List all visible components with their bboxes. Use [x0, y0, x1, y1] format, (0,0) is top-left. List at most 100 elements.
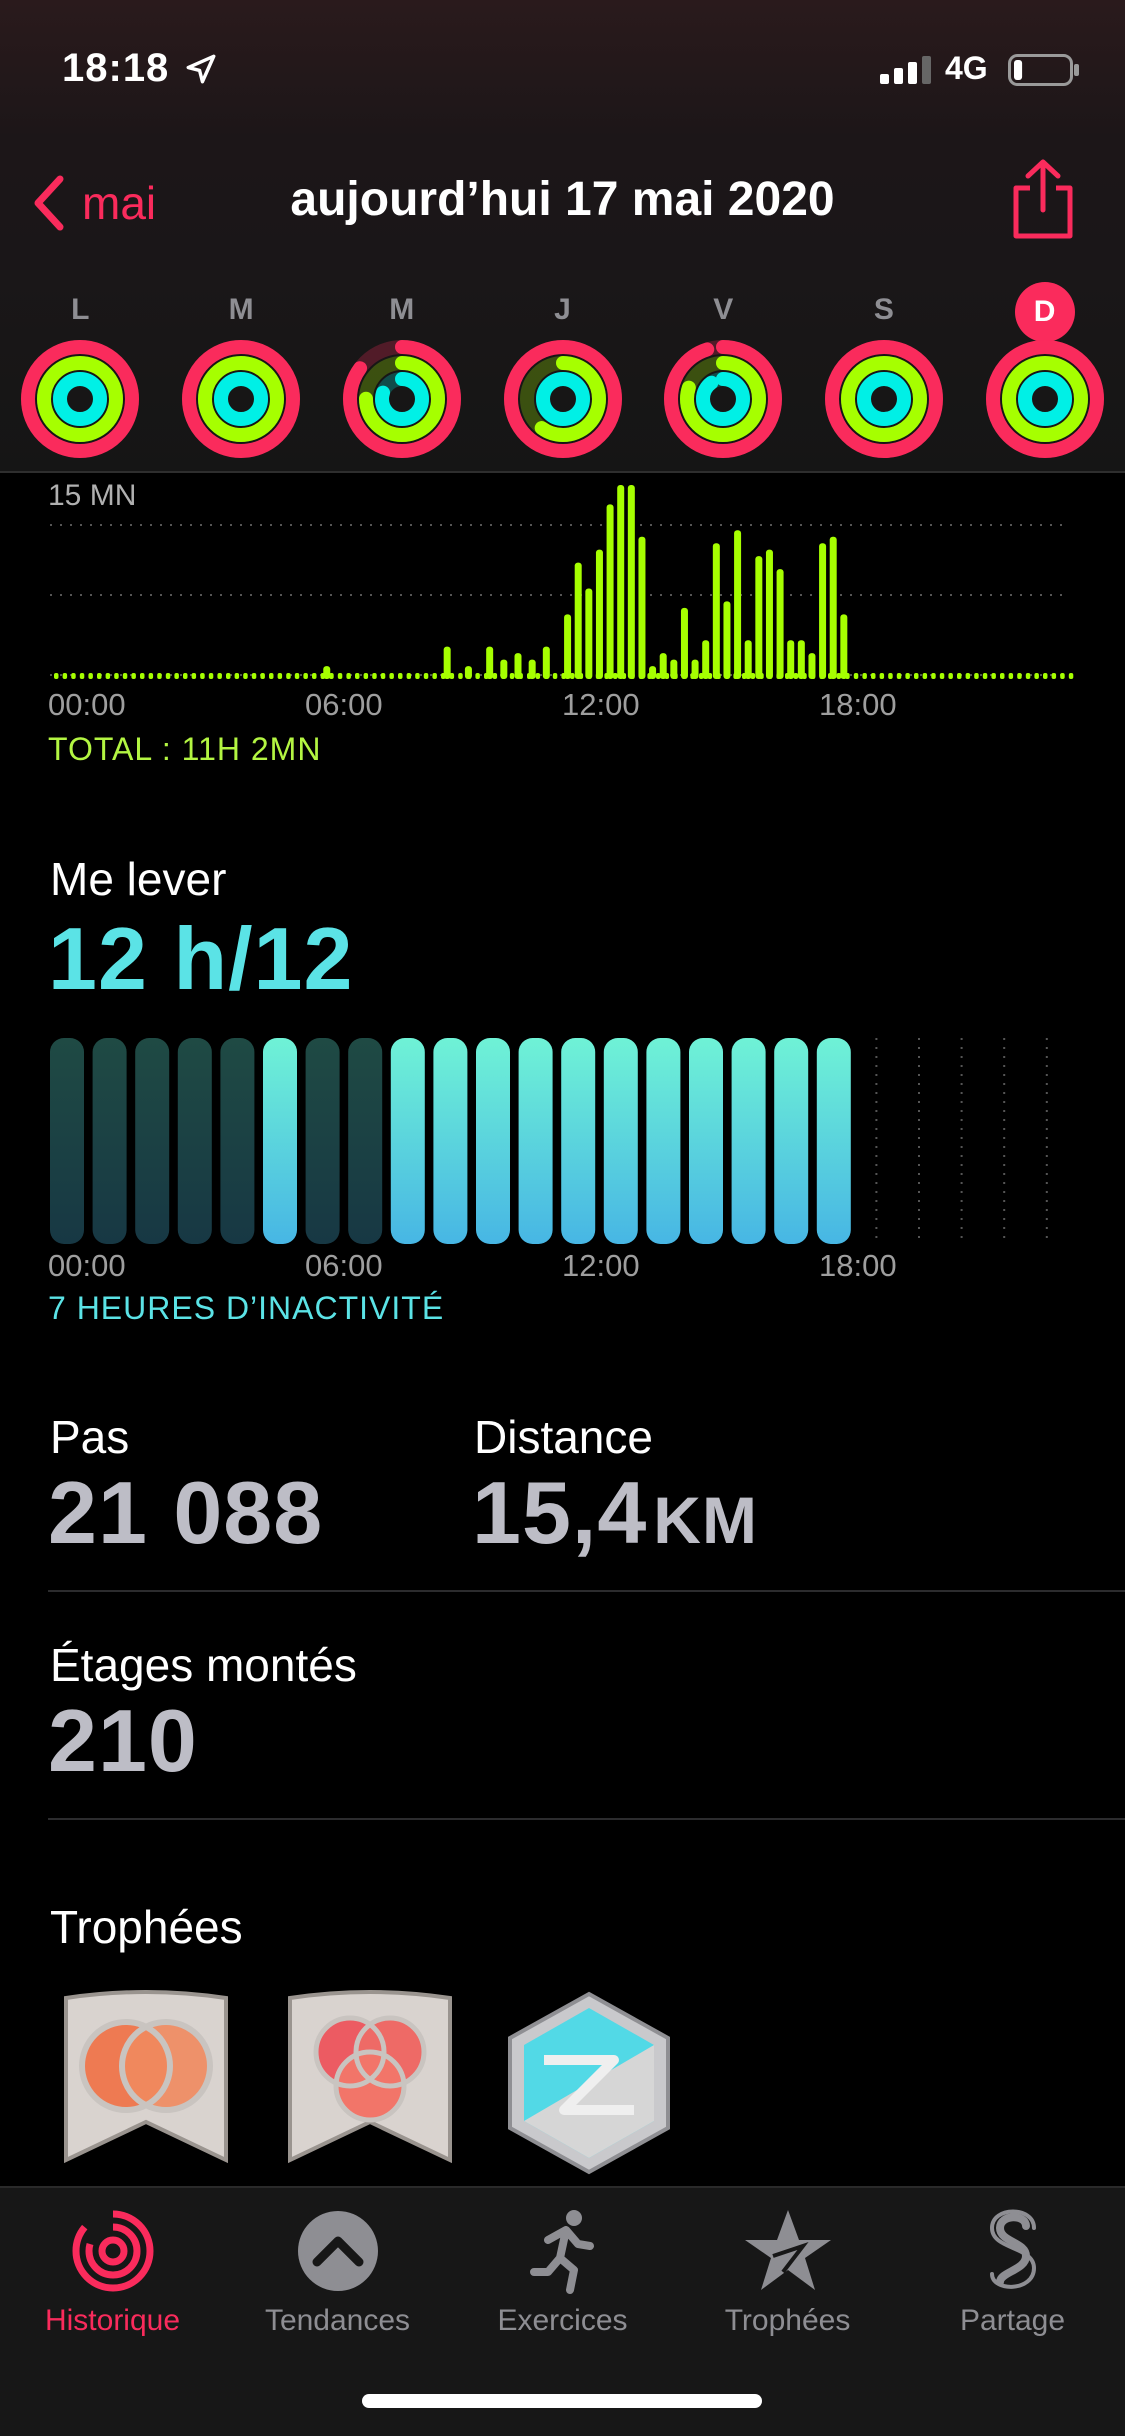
trophies-title: Trophées — [50, 1901, 243, 1953]
stand-x-label-1200: 12:00 — [562, 1248, 640, 1283]
activity-rings-icon — [985, 340, 1104, 458]
day-label: S — [873, 293, 894, 326]
exercise-bar — [443, 646, 451, 679]
stand-x-label-0600: 06:00 — [305, 1248, 383, 1283]
stand-hour-bar — [50, 1038, 84, 1244]
exercise-bar — [542, 646, 550, 679]
distance-label: Distance — [474, 1411, 653, 1463]
day-3[interactable]: J — [493, 270, 633, 470]
tab-trophees[interactable]: Trophées — [675, 2206, 900, 2356]
exercise-bar — [464, 666, 472, 679]
day-1[interactable]: M — [171, 270, 311, 470]
exercise-bar — [649, 666, 657, 679]
exercise-bar — [808, 653, 816, 679]
runner-icon — [529, 2210, 594, 2294]
activity-rings-icon — [664, 340, 783, 458]
stand-hour-bar — [603, 1038, 638, 1244]
stand-footer: 7 HEURES D’INACTIVITÉ — [48, 1290, 445, 1326]
tab-exercices[interactable]: Exercices — [450, 2206, 675, 2356]
tab-tendances[interactable]: Tendances — [225, 2206, 450, 2356]
divider — [48, 1818, 1125, 1820]
exercise-bar — [638, 536, 646, 679]
nav-header: mai aujourd’hui 17 mai 2020 — [0, 140, 1125, 270]
exercise-bar — [528, 659, 536, 679]
exercise-bar — [659, 653, 667, 679]
stand-hour-bar — [390, 1038, 425, 1244]
day-5[interactable]: S — [814, 270, 954, 470]
stand-hour-bar — [774, 1038, 809, 1244]
day-label: V — [713, 293, 734, 326]
exercise-bar — [670, 659, 678, 679]
activity-rings-icon — [824, 340, 943, 458]
stand-hour-bar — [263, 1038, 297, 1244]
steps-label: Pas — [50, 1411, 130, 1463]
distance-number: 15,4 — [472, 1463, 648, 1562]
x-label-1200: 12:00 — [562, 687, 640, 722]
share-s-icon — [989, 2209, 1036, 2289]
exercise-bar — [680, 607, 688, 679]
exercise-total: TOTAL : 11H 2MN — [48, 731, 322, 767]
exercise-bar — [819, 543, 827, 679]
stand-hour-bar — [177, 1038, 212, 1244]
day-6[interactable]: D — [975, 270, 1115, 470]
tab-partage[interactable]: Partage — [900, 2206, 1125, 2356]
exercise-bar — [514, 653, 522, 679]
stand-hour-bar — [220, 1038, 255, 1244]
stand-hour-bar — [348, 1038, 383, 1244]
stand-title: Me lever — [50, 853, 227, 905]
star-badge-icon — [744, 2210, 831, 2290]
page-title: aujourd’hui 17 mai 2020 — [290, 173, 835, 226]
exercise-bar — [617, 485, 625, 679]
exercise-bar — [787, 640, 795, 679]
home-indicator[interactable] — [362, 2394, 762, 2408]
stand-hour-bar — [731, 1038, 766, 1244]
day-label: D — [1014, 282, 1075, 342]
day-0[interactable]: L — [10, 270, 150, 470]
ring-badge-2-icon[interactable] — [58, 1990, 234, 2176]
exercise-bar — [755, 556, 763, 679]
exercise-bar — [723, 601, 731, 679]
day-label: L — [71, 293, 90, 326]
exercise-chart: 15 MN 00:00 06:00 12:00 18:00 TOTAL : 11… — [0, 475, 1125, 775]
stand-x-label-0000: 00:00 — [48, 1248, 126, 1283]
day-label: J — [554, 293, 571, 326]
trends-chevron-icon — [297, 2211, 378, 2291]
exercise-bar — [574, 562, 582, 679]
exercise-bar — [776, 569, 784, 679]
exercise-bar — [765, 549, 773, 679]
status-time: 18:18 — [62, 46, 170, 90]
week-strip: L MM J V S D — [0, 270, 1125, 473]
exercise-bar — [829, 536, 837, 679]
day-4[interactable]: V — [653, 270, 793, 470]
day-2[interactable]: M — [332, 270, 472, 470]
stand-chart: 00:00 06:00 12:00 18:00 — [0, 1020, 1125, 1320]
exercise-bar — [744, 640, 752, 679]
exercise-bar — [702, 640, 710, 679]
tab-historique[interactable]: Historique — [0, 2206, 225, 2356]
exercise-bar — [486, 646, 494, 679]
activity-rings-icon — [342, 340, 461, 458]
stand-hour-bar — [305, 1038, 340, 1244]
share-icon[interactable] — [1008, 158, 1078, 240]
stand-hour-bar — [135, 1038, 170, 1244]
stand-hour-bar — [816, 1038, 851, 1244]
stand-value: 12 h/12 — [48, 909, 354, 1008]
exercise-bar — [840, 614, 848, 679]
location-arrow-icon — [186, 54, 216, 84]
stand-bars — [50, 1038, 1048, 1244]
tab-label: Tendances — [264, 2304, 411, 2337]
stand-hour-bar — [518, 1038, 553, 1244]
floors-label: Étages montés — [50, 1639, 357, 1691]
stand-hour-bar — [689, 1038, 723, 1244]
stand-x-label-1800: 18:00 — [819, 1248, 897, 1283]
distance-value: 15,4KM — [472, 1462, 758, 1564]
exercise-bar — [323, 666, 331, 679]
tab-label: Partage — [959, 2304, 1066, 2337]
lightning-badge-icon[interactable] — [504, 1990, 674, 2176]
ring-badge-3-icon[interactable] — [282, 1990, 458, 2176]
rings-icon — [72, 2210, 153, 2292]
steps-value: 21 088 — [48, 1463, 324, 1562]
x-label-1800: 18:00 — [819, 687, 897, 722]
exercise-bar — [585, 588, 593, 679]
tab-label: Trophées — [724, 2304, 851, 2337]
